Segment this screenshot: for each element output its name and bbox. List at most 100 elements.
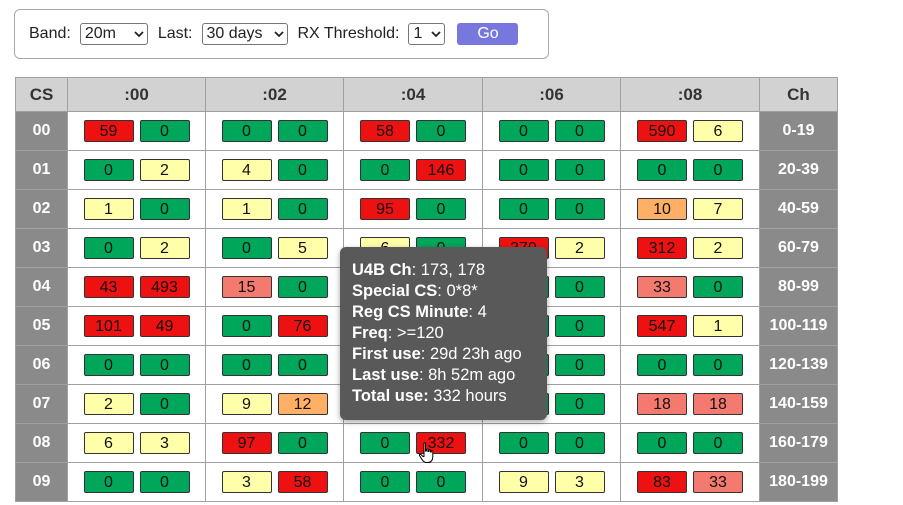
channel-count-box[interactable]: 18 xyxy=(637,393,687,415)
rx-threshold-label: RX Threshold: xyxy=(297,25,400,42)
channel-count-box[interactable]: 0 xyxy=(83,237,134,259)
channel-count-box[interactable]: 0 xyxy=(637,432,687,454)
channel-count-box[interactable]: 15 xyxy=(221,276,272,298)
go-button[interactable]: Go xyxy=(457,23,519,45)
channel-count-box[interactable]: 3 xyxy=(139,432,190,454)
channel-count-box[interactable]: 43 xyxy=(83,276,134,298)
channel-count-box[interactable]: 0 xyxy=(693,354,743,376)
row-cs-label: 00 xyxy=(15,111,68,151)
channel-count-box[interactable]: 6 xyxy=(693,120,743,142)
channel-count-box[interactable]: 0 xyxy=(693,159,743,181)
minute-slot-cell: 0 332 xyxy=(343,423,483,463)
last-label: Last: xyxy=(157,25,193,42)
channel-count-box[interactable]: 0 xyxy=(277,354,328,376)
channel-count-box[interactable]: 0 xyxy=(83,159,134,181)
channel-count-box[interactable]: 0 xyxy=(221,315,272,337)
channel-count-box[interactable]: 2 xyxy=(554,237,605,259)
channel-count-box[interactable]: 0 xyxy=(554,276,605,298)
channel-count-box[interactable]: 1 xyxy=(221,198,272,220)
channel-count-box[interactable]: 0 xyxy=(554,198,605,220)
channel-count-box[interactable]: 9 xyxy=(221,393,272,415)
channel-count-box[interactable]: 0 xyxy=(693,432,743,454)
channel-count-box[interactable]: 0 xyxy=(277,198,328,220)
channel-count-box[interactable]: 3 xyxy=(221,471,272,493)
row-cs-label: 09 xyxy=(15,462,68,502)
channel-count-box[interactable]: 0 xyxy=(554,315,605,337)
channel-count-box[interactable]: 2 xyxy=(693,237,743,259)
channel-count-box[interactable]: 59 xyxy=(83,120,134,142)
channel-count-box[interactable]: 0 xyxy=(554,432,605,454)
channel-count-box[interactable]: 2 xyxy=(139,159,190,181)
channel-count-box[interactable]: 7 xyxy=(693,198,743,220)
channel-count-box[interactable]: 0 xyxy=(360,432,410,454)
table-row: 00 59 0 0 0 58 0 0 0 590 6 0-19 xyxy=(15,111,838,151)
channel-count-box[interactable]: 9 xyxy=(498,471,549,493)
channel-count-box[interactable]: 0 xyxy=(83,354,134,376)
channel-count-box[interactable]: 0 xyxy=(416,198,466,220)
channel-count-box[interactable]: 0 xyxy=(139,393,190,415)
channel-count-box[interactable]: 0 xyxy=(498,432,549,454)
channel-count-box[interactable]: 97 xyxy=(221,432,272,454)
channel-count-box[interactable]: 0 xyxy=(360,471,410,493)
channel-count-box[interactable]: 0 xyxy=(221,120,272,142)
channel-count-box[interactable]: 0 xyxy=(277,159,328,181)
channel-count-box[interactable]: 590 xyxy=(637,120,687,142)
channel-count-box[interactable]: 0 xyxy=(139,120,190,142)
channel-count-box[interactable]: 3 xyxy=(554,471,605,493)
channel-count-box[interactable]: 76 xyxy=(277,315,328,337)
channel-count-box[interactable]: 0 xyxy=(498,159,549,181)
channel-count-box[interactable]: 58 xyxy=(277,471,328,493)
tooltip-label: Freq xyxy=(352,324,388,342)
channel-count-box[interactable]: 547 xyxy=(637,315,687,337)
channel-count-box[interactable]: 0 xyxy=(416,471,466,493)
channel-count-box[interactable]: 0 xyxy=(139,198,190,220)
channel-count-box[interactable]: 0 xyxy=(554,354,605,376)
channel-count-box[interactable]: 0 xyxy=(277,432,328,454)
channel-count-box[interactable]: 0 xyxy=(554,120,605,142)
channel-count-box[interactable]: 2 xyxy=(139,237,190,259)
channel-count-box[interactable]: 58 xyxy=(360,120,410,142)
channel-count-box[interactable]: 0 xyxy=(693,276,743,298)
minute-slot-cell: 9 12 xyxy=(205,384,344,424)
channel-count-box[interactable]: 5 xyxy=(277,237,328,259)
channel-count-box[interactable]: 493 xyxy=(139,276,190,298)
channel-count-box[interactable]: 0 xyxy=(221,237,272,259)
row-cs-label: 01 xyxy=(15,150,68,190)
channel-count-box[interactable]: 0 xyxy=(637,354,687,376)
channel-count-box[interactable]: 83 xyxy=(637,471,687,493)
channel-count-box[interactable]: 0 xyxy=(360,159,410,181)
channel-count-box[interactable]: 95 xyxy=(360,198,410,220)
channel-count-box[interactable]: 0 xyxy=(277,120,328,142)
channel-count-box[interactable]: 2 xyxy=(83,393,134,415)
channel-count-box[interactable]: 1 xyxy=(693,315,743,337)
channel-count-box[interactable]: 6 xyxy=(83,432,134,454)
channel-count-box[interactable]: 0 xyxy=(498,120,549,142)
channel-count-box[interactable]: 0 xyxy=(277,276,328,298)
channel-count-box[interactable]: 101 xyxy=(83,315,134,337)
last-select[interactable]: 30 days xyxy=(201,23,288,45)
channel-count-box[interactable]: 12 xyxy=(277,393,328,415)
channel-count-box[interactable]: 4 xyxy=(221,159,272,181)
channel-count-box[interactable]: 0 xyxy=(221,354,272,376)
channel-count-box[interactable]: 0 xyxy=(139,471,190,493)
channel-count-box[interactable]: 0 xyxy=(139,354,190,376)
channel-count-box[interactable]: 0 xyxy=(554,159,605,181)
minute-slot-cell: 00 xyxy=(620,345,760,385)
band-select[interactable]: 20m xyxy=(79,23,148,45)
controls-panel: Band: 20m Last: 30 days RX Threshold: 1 … xyxy=(14,9,549,59)
channel-count-box[interactable]: 49 xyxy=(139,315,190,337)
channel-count-box[interactable]: 10 xyxy=(637,198,687,220)
channel-count-box[interactable]: 33 xyxy=(637,276,687,298)
channel-count-box[interactable]: 33 xyxy=(693,471,743,493)
rx-threshold-select[interactable]: 1 xyxy=(408,23,446,45)
channel-count-box[interactable]: 0 xyxy=(554,393,605,415)
channel-count-box[interactable]: 0 xyxy=(83,471,134,493)
channel-count-box[interactable]: 18 xyxy=(693,393,743,415)
channel-count-box[interactable]: 312 xyxy=(637,237,687,259)
minute-slot-cell: 00 xyxy=(67,345,206,385)
channel-count-box[interactable]: 0 xyxy=(416,120,466,142)
channel-count-box[interactable]: 0 xyxy=(498,198,549,220)
channel-count-box[interactable]: 1 xyxy=(83,198,134,220)
channel-count-box[interactable]: 146 xyxy=(416,159,466,181)
channel-count-box[interactable]: 0 xyxy=(637,159,687,181)
